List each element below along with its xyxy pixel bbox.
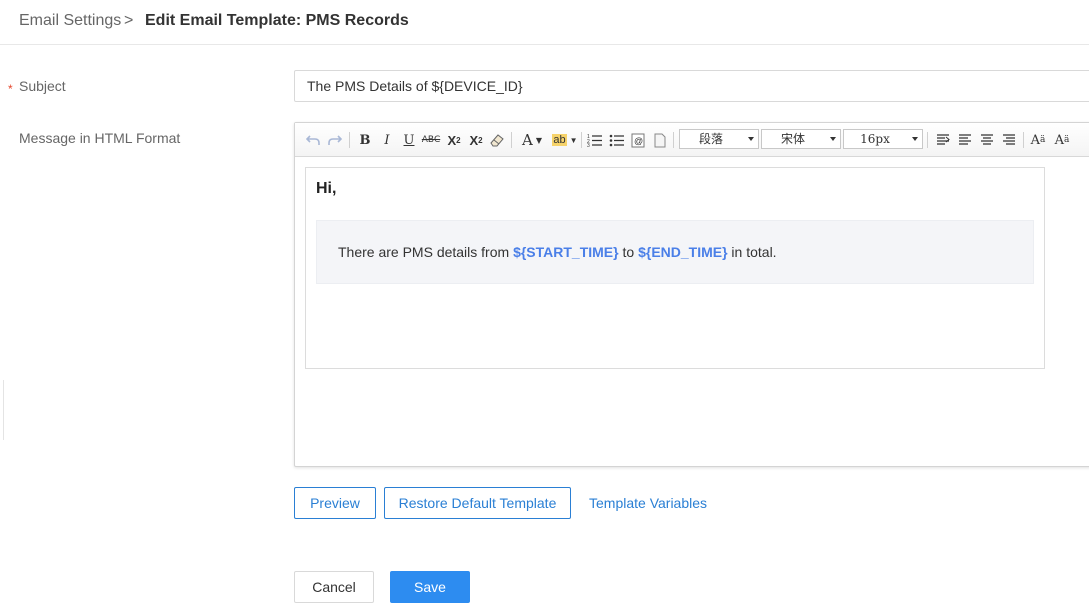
subject-input[interactable]: [294, 70, 1089, 102]
subject-label: Subject: [19, 78, 66, 94]
toolbar-separator: [349, 132, 350, 148]
toolbar-separator: [673, 132, 674, 148]
eraser-icon[interactable]: [488, 131, 506, 149]
message-text: in total.: [727, 244, 777, 260]
highlight-icon[interactable]: ab ▼: [551, 131, 579, 149]
undo-icon[interactable]: [305, 131, 321, 149]
strikethrough-icon[interactable]: ABC: [421, 131, 441, 149]
breadcrumb-email-settings[interactable]: Email Settings: [19, 12, 121, 30]
toolbar-separator: [927, 132, 928, 148]
message-block: There are PMS details from ${START_TIME}…: [316, 220, 1034, 284]
page-title: Edit Email Template: PMS Records: [145, 12, 409, 29]
paragraph-format-select[interactable]: 段落: [679, 129, 759, 149]
toolbar-separator: [511, 132, 512, 148]
breadcrumb-separator: >: [124, 12, 134, 29]
italic-icon[interactable]: I: [379, 131, 395, 149]
ordered-list-icon[interactable]: 123: [586, 131, 604, 149]
align-justify-icon[interactable]: [979, 131, 995, 149]
unordered-list-icon[interactable]: [608, 131, 626, 149]
template-variables-link[interactable]: Template Variables: [589, 495, 707, 511]
breadcrumb: Email Settings > Edit Email Template: PM…: [0, 0, 1089, 45]
align-right-icon[interactable]: [1001, 131, 1017, 149]
font-color-icon[interactable]: A ▼: [519, 131, 545, 149]
font-family-value: 宋体: [780, 132, 805, 146]
variable-end-time: ${END_TIME}: [638, 244, 728, 260]
insert-variable-icon[interactable]: @: [630, 131, 646, 149]
variable-start-time: ${START_TIME}: [513, 244, 619, 260]
page-icon[interactable]: [652, 131, 668, 149]
superscript-icon[interactable]: X2: [445, 131, 463, 149]
redo-icon[interactable]: [327, 131, 343, 149]
svg-text:3: 3: [587, 143, 590, 147]
message-label: Message in HTML Format: [19, 130, 181, 146]
font-size-value: 16px: [860, 132, 890, 146]
chevron-down-icon: [748, 137, 754, 141]
toolbar-separator: [1023, 132, 1024, 148]
font-decrease-icon[interactable]: Aä: [1053, 131, 1071, 149]
bold-icon[interactable]: B: [357, 131, 373, 149]
required-marker: *: [8, 82, 13, 96]
editor-toolbar: B I U ABC X2 X2 A ▼ ab ▼ 123 @ 段落 宋体 16p…: [295, 123, 1089, 157]
chevron-down-icon: [912, 137, 918, 141]
subscript-icon[interactable]: X2: [467, 131, 485, 149]
align-left-icon[interactable]: [935, 131, 951, 149]
align-center-icon[interactable]: [957, 131, 973, 149]
font-family-select[interactable]: 宋体: [761, 129, 841, 149]
toolbar-separator: [581, 132, 582, 148]
html-editor[interactable]: B I U ABC X2 X2 A ▼ ab ▼ 123 @ 段落 宋体 16p…: [294, 122, 1089, 467]
editor-content[interactable]: Hi, There are PMS details from ${START_T…: [305, 167, 1045, 369]
preview-button[interactable]: Preview: [294, 487, 376, 519]
font-increase-icon[interactable]: Aä: [1029, 131, 1047, 149]
left-edge-handle: [0, 380, 4, 440]
save-button[interactable]: Save: [390, 571, 470, 603]
svg-text:@: @: [634, 136, 643, 146]
chevron-down-icon: [830, 137, 836, 141]
restore-default-template-button[interactable]: Restore Default Template: [384, 487, 571, 519]
greeting-text: Hi,: [316, 180, 337, 197]
cancel-button[interactable]: Cancel: [294, 571, 374, 603]
font-size-select[interactable]: 16px: [843, 129, 923, 149]
message-text: There are PMS details from: [338, 244, 514, 260]
message-text: to: [618, 244, 639, 260]
paragraph-format-value: 段落: [698, 132, 723, 146]
underline-icon[interactable]: U: [401, 131, 417, 149]
